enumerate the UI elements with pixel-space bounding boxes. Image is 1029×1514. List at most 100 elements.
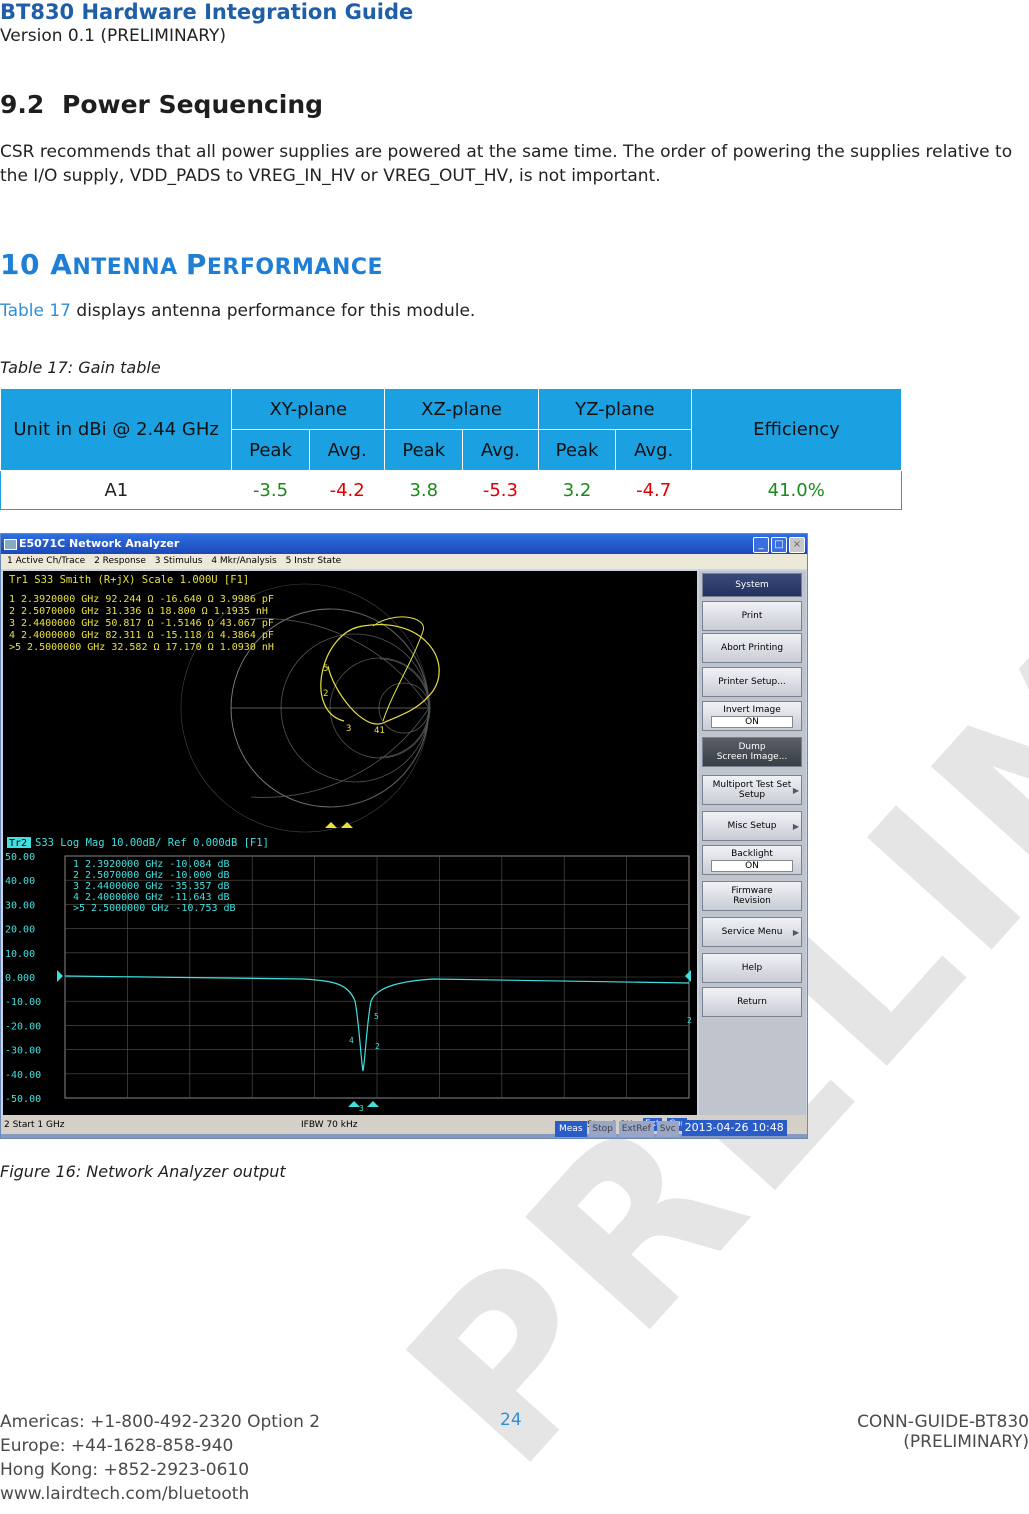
svg-text:2: 2 — [687, 1016, 692, 1025]
figure-caption: Figure 16: Network Analyzer output — [0, 1162, 286, 1181]
trace2-marker: 2 2.5070000 GHz -10.000 dB — [73, 870, 230, 881]
table-cell: -5.3 — [462, 470, 539, 510]
table-reference-link[interactable]: Table 17 — [0, 301, 71, 321]
y-tick-label: 20.00 — [5, 925, 35, 936]
softkey-label: Help — [741, 963, 763, 973]
softkey-button[interactable]: System — [702, 573, 802, 597]
softkey-state: ON — [711, 859, 793, 872]
chapter-heading: 10 ANTENNA PERFORMANCE — [0, 248, 383, 281]
ref-marker-left — [57, 970, 63, 982]
softkey-button[interactable]: Backlight ON — [702, 845, 802, 875]
menu-item[interactable]: 1 Active Ch/Trace — [7, 556, 85, 566]
sub-header: Avg. — [462, 429, 539, 471]
menu-item[interactable]: 3 Stimulus — [155, 556, 203, 566]
softkey-button[interactable]: Firmware Revision — [702, 881, 802, 911]
plane-header-xz: XZ-plane — [384, 388, 539, 430]
chevron-right-icon: ▶ — [792, 928, 799, 937]
softkey-label: Screen Image... — [716, 752, 788, 762]
chapter-number: 10 — [0, 248, 40, 281]
menu-bar: 1 Active Ch/Trace 2 Response 3 Stimulus … — [1, 554, 807, 569]
softkey-label: Print — [741, 611, 763, 621]
softkey-button[interactable]: Return — [702, 987, 802, 1017]
softkey-button[interactable]: Service Menu ▶ — [702, 917, 802, 947]
svg-text:4: 4 — [349, 1036, 354, 1045]
minimize-icon[interactable]: _ — [753, 537, 769, 553]
table-row: A1 -3.5 -4.2 3.8 -5.3 3.2 -4.7 41.0% — [0, 470, 903, 510]
trace2-header: S33 Log Mag 10.00dB/ Ref 0.000dB [F1] — [35, 837, 269, 849]
section-title: Power Sequencing — [62, 90, 324, 119]
section-number: 9.2 — [0, 90, 45, 119]
softkey-button[interactable]: Misc Setup ▶ — [702, 811, 802, 841]
footer-doc-status: (PRELIMINARY) — [903, 1432, 1029, 1452]
softkey-button[interactable]: Printer Setup... — [702, 667, 802, 697]
softkey-label: Setup — [738, 790, 766, 800]
trace2-marker: >5 2.5000000 GHz -10.753 dB — [73, 903, 236, 914]
footer-americas: Americas: +1-800-492-2320 Option 2 — [0, 1412, 321, 1432]
chevron-right-icon: ▶ — [792, 786, 799, 795]
trace2-marker: 4 2.4000000 GHz -11.643 dB — [73, 892, 230, 903]
y-tick-label: 30.00 — [5, 900, 35, 911]
softkey-button[interactable]: Multiport Test Set Setup ▶ — [702, 775, 802, 805]
maximize-icon[interactable]: □ — [771, 537, 787, 553]
plane-header-yz: YZ-plane — [537, 388, 692, 430]
chapter-title-b: NTENNA — [72, 255, 186, 280]
menu-item[interactable]: 4 Mkr/Analysis — [211, 556, 276, 566]
table-cell: -4.7 — [615, 470, 692, 510]
chapter-title-a: A — [50, 248, 73, 281]
softkey-label: Revision — [733, 896, 771, 906]
sub-header: Peak — [231, 429, 310, 471]
y-tick-label: -30.00 — [5, 1046, 41, 1057]
status-svc: Svc — [656, 1121, 679, 1137]
trace1-header: Tr1 S33 Smith (R+jX) Scale 1.000U [F1] — [9, 574, 249, 586]
status-ifbw: IFBW 70 kHz — [301, 1120, 358, 1130]
y-tick-label: -50.00 — [5, 1094, 41, 1105]
sub-header: Peak — [384, 429, 464, 471]
plane-header-xy: XY-plane — [231, 388, 386, 430]
softkey-label: Dump — [738, 742, 766, 752]
chapter-title-c: P — [185, 248, 207, 281]
trace1-marker: 2 2.5070000 GHz 31.336 Ω 18.800 Ω 1.1935… — [9, 606, 268, 617]
softkey-button[interactable]: Invert Image ON — [702, 701, 802, 731]
softkey-button[interactable]: Abort Printing — [702, 633, 802, 663]
menu-item[interactable]: 5 Instr State — [286, 556, 342, 566]
trace1-marker: 1 2.3920000 GHz 92.244 Ω -16.640 Ω 3.998… — [9, 594, 274, 605]
status-datetime: 2013-04-26 10:48 — [681, 1120, 787, 1136]
analyzer-plots: 5 2 3 41 Tr1 S33 Smith (R+jX) Scale 1.00… — [5, 574, 692, 1113]
menu-item[interactable]: 2 Response — [94, 556, 146, 566]
trace2-marker: 1 2.3920000 GHz -10.084 dB — [73, 859, 230, 870]
softkey-label: Invert Image — [723, 704, 781, 715]
y-tick-label: 40.00 — [5, 876, 35, 887]
footer-hongkong: Hong Kong: +852-2923-0610 — [0, 1460, 250, 1480]
window-title: E5071C Network Analyzer — [19, 537, 180, 550]
table-cell: 3.8 — [384, 470, 463, 510]
table-cell: 3.2 — [538, 470, 616, 510]
efficiency-header: Efficiency — [690, 388, 903, 471]
footer-website-link[interactable]: www.lairdtech.com/bluetooth — [0, 1484, 249, 1504]
softkey-label: Return — [737, 997, 767, 1007]
intro-text: displays antenna performance for this mo… — [71, 301, 476, 321]
table-corner-header: Unit in dBi @ 2.44 GHz — [0, 388, 233, 471]
close-icon[interactable]: × — [789, 537, 805, 553]
window-titlebar: E5071C Network Analyzer _ □ × — [1, 534, 807, 554]
app-icon — [4, 539, 17, 550]
y-tick-label: 0.000 — [5, 973, 35, 984]
row-label: A1 — [0, 470, 232, 510]
table-caption: Table 17: Gain table — [0, 358, 161, 377]
y-tick-label: 10.00 — [5, 949, 35, 960]
y-tick-label: -40.00 — [5, 1070, 41, 1081]
softkey-button[interactable]: Help — [702, 953, 802, 983]
sub-header: Peak — [537, 429, 617, 471]
svg-text:2: 2 — [375, 1042, 380, 1051]
softkey-button[interactable]: Print — [702, 601, 802, 631]
analyzer-screen: 5 2 3 41 Tr1 S33 Smith (R+jX) Scale 1.00… — [3, 571, 697, 1115]
softkey-panel: System Print Abort Printing Printer Setup..… — [699, 571, 806, 1115]
y-tick-label: 50.00 — [5, 852, 35, 863]
softkey-label: Abort Printing — [720, 643, 784, 653]
softkey-button[interactable]: Dump Screen Image... — [702, 737, 802, 767]
svg-text:5: 5 — [323, 664, 328, 674]
trace1-marker: 3 2.4400000 GHz 50.817 Ω -1.5146 Ω 43.06… — [9, 618, 274, 629]
status-extref: ExtRef — [618, 1121, 654, 1137]
softkey-state: ON — [711, 715, 793, 728]
table-cell: -4.2 — [309, 470, 385, 510]
y-tick-label: -10.00 — [5, 997, 41, 1008]
